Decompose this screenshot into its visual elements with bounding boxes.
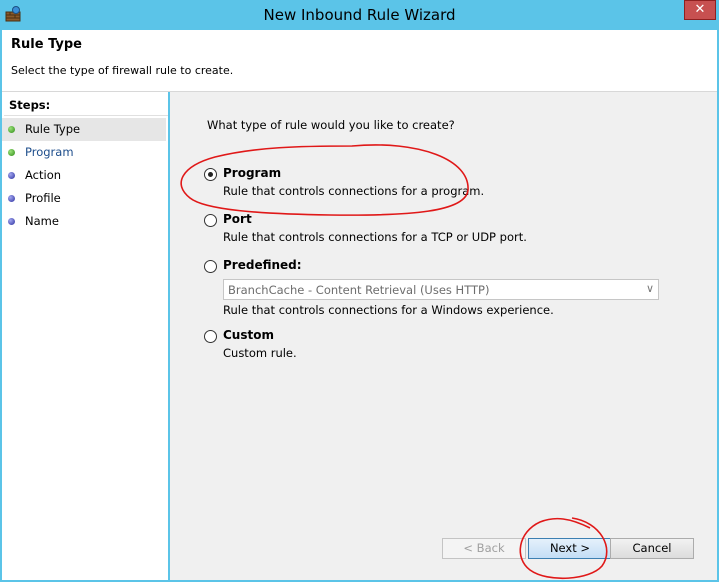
rule-type-question: What type of rule would you like to crea… bbox=[207, 118, 455, 132]
step-rule-type[interactable]: Rule Type bbox=[2, 118, 166, 141]
select-value: BranchCache - Content Retrieval (Uses HT… bbox=[228, 283, 490, 297]
next-button[interactable]: Next > bbox=[528, 538, 612, 559]
predefined-radio[interactable] bbox=[204, 260, 217, 273]
step-program[interactable]: Program bbox=[2, 141, 166, 164]
option-label[interactable]: Predefined: bbox=[223, 258, 302, 272]
steps-divider bbox=[4, 115, 168, 116]
completed-dot-icon bbox=[8, 126, 15, 133]
cancel-button[interactable]: Cancel bbox=[610, 538, 694, 559]
step-label: Program bbox=[25, 145, 74, 159]
step-profile: Profile bbox=[2, 187, 166, 210]
option-label[interactable]: Custom bbox=[223, 328, 274, 342]
option-label[interactable]: Program bbox=[223, 166, 281, 180]
option-description: Rule that controls connections for a TCP… bbox=[223, 230, 527, 244]
pending-dot-icon bbox=[8, 172, 15, 179]
chevron-down-icon: ∨ bbox=[645, 282, 654, 295]
program-radio[interactable] bbox=[204, 168, 217, 181]
predefined-rule-select: BranchCache - Content Retrieval (Uses HT… bbox=[223, 279, 659, 300]
close-button[interactable]: ✕ bbox=[684, 0, 716, 20]
pending-dot-icon bbox=[8, 195, 15, 202]
steps-panel: Steps: Rule Type Program Action Profile … bbox=[2, 92, 168, 580]
step-label: Profile bbox=[25, 191, 61, 205]
completed-dot-icon bbox=[8, 149, 15, 156]
page-description: Select the type of firewall rule to crea… bbox=[11, 64, 234, 77]
title-bar: New Inbound Rule Wizard ✕ bbox=[0, 0, 719, 30]
wizard-header: Rule Type Select the type of firewall ru… bbox=[2, 30, 717, 92]
step-name: Name bbox=[2, 210, 166, 233]
pending-dot-icon bbox=[8, 218, 15, 225]
step-label: Name bbox=[25, 214, 59, 228]
option-description: Rule that controls connections for a Win… bbox=[223, 303, 554, 317]
option-description: Rule that controls connections for a pro… bbox=[223, 184, 485, 198]
option-description: Custom rule. bbox=[223, 346, 297, 360]
option-label[interactable]: Port bbox=[223, 212, 252, 226]
custom-radio[interactable] bbox=[204, 330, 217, 343]
step-label: Rule Type bbox=[25, 122, 81, 136]
port-radio[interactable] bbox=[204, 214, 217, 227]
window-title: New Inbound Rule Wizard bbox=[263, 6, 456, 24]
back-button: < Back bbox=[442, 538, 526, 559]
step-action: Action bbox=[2, 164, 166, 187]
step-label: Action bbox=[25, 168, 62, 182]
page-title: Rule Type bbox=[11, 37, 82, 52]
steps-heading: Steps: bbox=[9, 98, 51, 112]
wizard-content: What type of rule would you like to crea… bbox=[170, 92, 717, 580]
